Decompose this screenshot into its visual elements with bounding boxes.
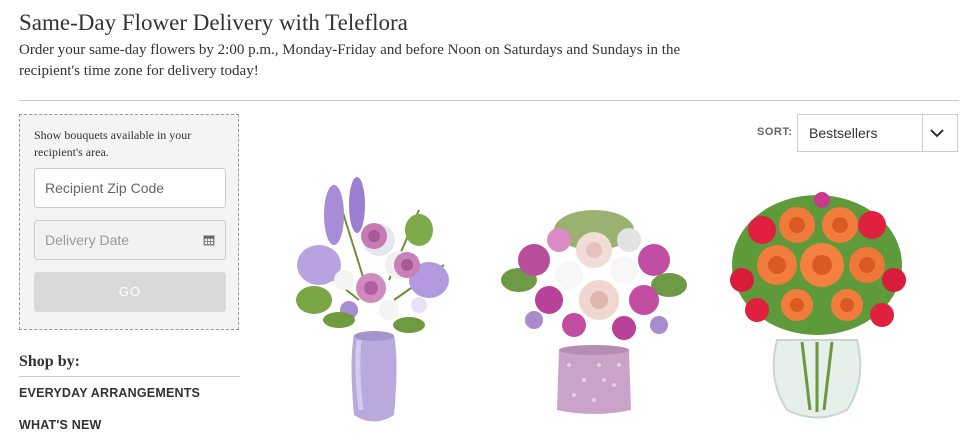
- header-divider: [19, 100, 959, 101]
- chevron-down-icon: [930, 129, 944, 138]
- page-title: Same-Day Flower Delivery with Teleflora: [19, 10, 408, 35]
- filter-intro-text: Show bouquets available in your recipien…: [34, 128, 192, 159]
- delivery-date-input[interactable]: Delivery Date: [34, 220, 226, 260]
- sort-selected-value: Bestsellers: [809, 125, 878, 141]
- product-image-lavender-bouquet[interactable]: [279, 170, 469, 434]
- sort-select[interactable]: Bestsellers: [797, 114, 958, 152]
- product-card[interactable]: [722, 170, 912, 434]
- page-header: Same-Day Flower Delivery with Teleflora …: [19, 9, 959, 82]
- calendar-icon[interactable]: [203, 234, 215, 246]
- product-card[interactable]: [279, 170, 469, 434]
- page-subtitle: Order your same-day flowers by 2:00 p.m.…: [19, 42, 681, 79]
- shop-by-title: Shop by:: [19, 352, 240, 377]
- zip-code-input[interactable]: Recipient Zip Code: [34, 168, 226, 208]
- sort-label: SORT:: [757, 126, 793, 138]
- go-button[interactable]: GO: [34, 272, 226, 312]
- sort-separator: [922, 115, 923, 151]
- product-image-orange-bouquet[interactable]: [722, 170, 912, 434]
- zip-filter-panel: Show bouquets available in your recipien…: [19, 114, 239, 330]
- product-card[interactable]: [499, 170, 689, 434]
- shop-by-whats-new[interactable]: WHAT'S NEW: [19, 409, 240, 441]
- delivery-date-placeholder: Delivery Date: [45, 232, 130, 248]
- shop-by-everyday-arrangements[interactable]: EVERYDAY ARRANGEMENTS: [19, 377, 240, 409]
- product-image-pink-bouquet[interactable]: [499, 170, 689, 434]
- shop-by-nav: Shop by: EVERYDAY ARRANGEMENTS WHAT'S NE…: [19, 352, 240, 441]
